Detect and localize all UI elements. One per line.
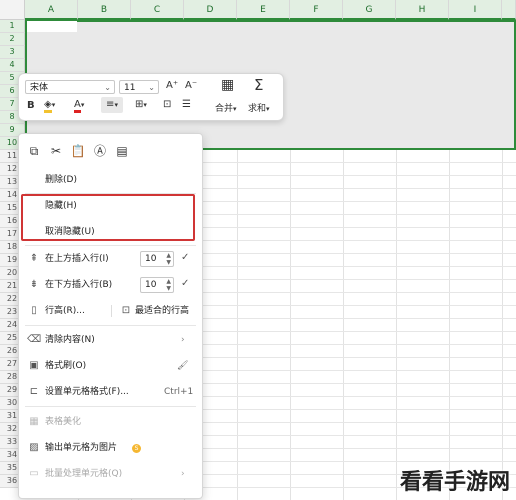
column-header[interactable]: H <box>396 0 449 20</box>
batch-icon: ▭ <box>29 468 39 479</box>
row-context-menu: ⧉ ✂ 📋 Ⓐ ▤ 删除(D) 隐藏(H) 取消隐藏(U) ⇞ 在上方插入行(I) 10… <box>18 133 203 499</box>
insert-icon[interactable]: ⊡ <box>163 99 171 110</box>
column-header[interactable]: F <box>290 0 343 20</box>
column-header[interactable]: G <box>343 0 396 20</box>
align-button[interactable]: ≡▾ <box>101 97 123 113</box>
chevron-right-icon: › <box>181 469 185 479</box>
eraser-icon: ⌫ <box>27 334 42 345</box>
annotation-highlight-box <box>21 194 195 241</box>
row-header[interactable]: 3 <box>0 46 25 59</box>
best-fit-height-menu-item[interactable]: ⊡ 最适合的行高 <box>115 299 202 323</box>
merge-button[interactable]: 合并▾ <box>215 101 237 114</box>
cut-icon[interactable]: ✂ <box>45 144 67 158</box>
sum-button[interactable]: 求和▾ <box>248 101 270 114</box>
insert-above-label: 在上方插入行(I) <box>45 254 109 264</box>
row-header[interactable]: 1 <box>0 20 25 33</box>
border-button[interactable]: ⊞▾ <box>135 99 147 110</box>
decrease-font-button[interactable]: A⁻ <box>185 80 197 91</box>
paste-icon[interactable]: 📋 <box>67 144 89 158</box>
delete-menu-item[interactable]: 删除(D) <box>19 168 202 192</box>
active-cell-a1[interactable] <box>27 21 77 32</box>
chevron-right-icon: › <box>181 335 185 345</box>
insert-above-count-input[interactable]: 10 ▲ ▼ <box>140 251 174 267</box>
image-icon: ▨ <box>29 442 39 453</box>
chevron-down-icon: ⌄ <box>104 83 111 92</box>
increase-font-button[interactable]: A⁺ <box>166 80 178 91</box>
export-image-label: 输出单元格为图片 <box>45 443 118 453</box>
row-height-icon: ▯ <box>31 305 37 316</box>
fill-color-button[interactable]: ◈▾ <box>44 99 55 113</box>
sum-label: 求和 <box>248 104 267 114</box>
font-color-icon: A <box>74 99 81 113</box>
row-height-menu-item[interactable]: ▯ 行高(R)... <box>19 299 109 323</box>
confirm-check-icon[interactable]: ✓ <box>181 278 189 289</box>
insert-below-label: 在下方插入行(B) <box>45 280 113 290</box>
shortcut-label: Ctrl+1 <box>164 387 194 397</box>
best-fit-icon: ⊡ <box>121 305 131 316</box>
column-header[interactable]: D <box>184 0 237 20</box>
format-cells-icon: ⊏ <box>29 386 39 397</box>
spinner-icon[interactable]: ▲ ▼ <box>166 252 171 266</box>
font-name-value: 宋体 <box>30 83 49 93</box>
best-fit-label: 最适合的行高 <box>135 306 190 316</box>
insert-below-menu-item[interactable]: ⇟ 在下方插入行(B) <box>19 273 202 297</box>
format-painter-icon: ▣ <box>29 360 39 371</box>
merge-label: 合并 <box>215 104 234 114</box>
bold-button[interactable]: B <box>27 100 35 111</box>
delete-label: 删除(D) <box>45 175 77 185</box>
table-style-icon: ▦ <box>29 416 39 427</box>
clear-contents-menu-item[interactable]: ⌫ 清除内容(N) › <box>19 328 202 352</box>
insert-row-above-icon: ⇞ <box>29 253 39 264</box>
format-painter-menu-item[interactable]: ▣ 格式刷(O) 🖌 <box>19 354 202 378</box>
row-header[interactable]: 4 <box>0 59 25 72</box>
format-icon[interactable]: ☰ <box>182 99 191 110</box>
vip-badge-icon: S <box>132 444 141 453</box>
beautify-menu-item: ▦ 表格美化 <box>19 410 202 434</box>
font-size-value: 11 <box>124 83 136 93</box>
export-image-menu-item[interactable]: ▨ 输出单元格为图片 S <box>19 436 202 460</box>
paste-special-icon[interactable]: ▤ <box>111 144 133 158</box>
font-size-select[interactable]: 11 ⌄ <box>119 80 159 94</box>
insert-above-menu-item[interactable]: ⇞ 在上方插入行(I) <box>19 247 202 271</box>
column-header[interactable]: A <box>25 0 78 20</box>
column-header[interactable]: B <box>78 0 131 20</box>
row-height-label: 行高(R)... <box>45 306 85 316</box>
insert-row-below-icon: ⇟ <box>29 279 39 290</box>
insert-above-count: 10 <box>145 254 157 264</box>
column-header[interactable]: E <box>237 0 290 20</box>
select-all-corner[interactable] <box>0 0 25 20</box>
watermark-text: 看看手游网 <box>399 470 510 495</box>
spinner-icon[interactable]: ▲ ▼ <box>166 278 171 292</box>
clear-contents-label: 清除内容(N) <box>45 335 95 345</box>
copy-icon[interactable]: ⧉ <box>23 144 45 159</box>
insert-below-count-input[interactable]: 10 ▲ ▼ <box>140 277 174 293</box>
format-cells-label: 设置单元格格式(F)... <box>45 387 129 397</box>
column-header[interactable]: I <box>449 0 502 20</box>
format-painter-label: 格式刷(O) <box>45 361 87 371</box>
font-name-select[interactable]: 宋体 ⌄ <box>25 80 115 94</box>
batch-process-menu-item: ▭ 批量处理单元格(Q) › <box>19 462 202 486</box>
chevron-down-icon: ⌄ <box>148 83 155 92</box>
font-color-button[interactable]: A▾ <box>74 99 84 113</box>
format-cells-menu-item[interactable]: ⊏ 设置单元格格式(F)... Ctrl+1 <box>19 380 202 404</box>
insert-below-count: 10 <box>145 280 157 290</box>
batch-process-label: 批量处理单元格(Q) <box>45 469 123 479</box>
column-header[interactable]: C <box>131 0 184 20</box>
sum-icon[interactable]: Σ <box>254 76 263 94</box>
beautify-label: 表格美化 <box>45 417 82 427</box>
paint-brush-icon[interactable]: 🖌 <box>177 354 188 378</box>
confirm-check-icon[interactable]: ✓ <box>181 252 189 263</box>
clipboard-icon-row: ⧉ ✂ 📋 Ⓐ ▤ <box>23 142 133 159</box>
mini-toolbar: 宋体 ⌄ 11 ⌄ A⁺ A⁻ ▦ Σ B ◈▾ A▾ ≡▾ ⊞▾ ⊡ ☰ 合并… <box>18 73 284 121</box>
fill-bucket-icon: ◈ <box>44 99 52 113</box>
merge-icon[interactable]: ▦ <box>221 77 234 93</box>
paste-text-icon[interactable]: Ⓐ <box>89 142 111 159</box>
row-header[interactable]: 2 <box>0 33 25 46</box>
